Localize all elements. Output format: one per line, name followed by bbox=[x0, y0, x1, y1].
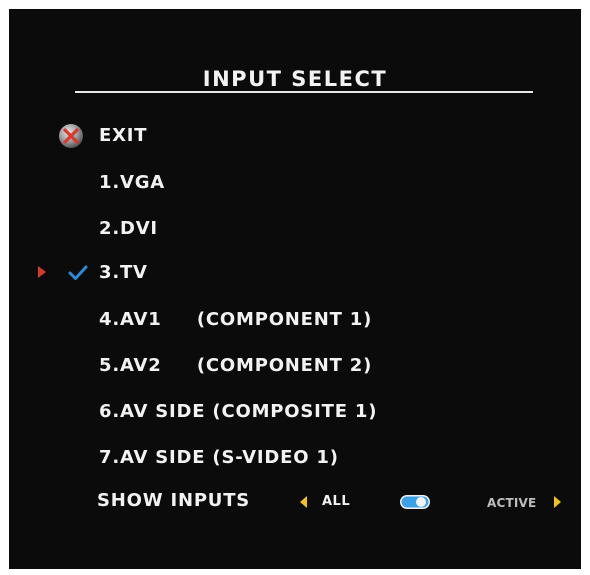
selection-cursor-icon bbox=[38, 266, 46, 278]
menu-title: INPUT SELECT bbox=[202, 67, 388, 91]
menu-item-av-side-svideo[interactable]: 7.AV SIDE (S-VIDEO 1) bbox=[99, 446, 339, 470]
left-arrow-icon[interactable] bbox=[299, 495, 308, 509]
menu-item-av1[interactable]: 4.AV1 (COMPONENT 1) bbox=[99, 308, 372, 332]
menu-item-tv[interactable]: 3.TV bbox=[99, 261, 148, 285]
menu-item-av2[interactable]: 5.AV2 (COMPONENT 2) bbox=[99, 354, 372, 378]
checkmark-icon bbox=[68, 265, 88, 280]
title-divider bbox=[75, 91, 533, 93]
menu-item-dvi[interactable]: 2.DVI bbox=[99, 217, 158, 241]
show-inputs-label: SHOW INPUTS bbox=[97, 490, 251, 511]
menu-item-vga[interactable]: 1.VGA bbox=[99, 171, 165, 195]
right-arrow-icon[interactable] bbox=[553, 495, 562, 509]
show-inputs-toggle[interactable] bbox=[399, 494, 431, 510]
menu-item-av-side-composite[interactable]: 6.AV SIDE (COMPOSITE 1) bbox=[99, 400, 377, 424]
exit-x-icon[interactable] bbox=[57, 122, 85, 150]
show-inputs-all-option[interactable]: ALL bbox=[322, 492, 350, 512]
show-inputs-active-option[interactable]: ACTIVE bbox=[487, 494, 536, 512]
menu-item-exit[interactable]: EXIT bbox=[99, 124, 147, 148]
osd-menu-panel: INPUT SELECT EXIT 1.VGA 2.DVI 3.TV 4.AV1… bbox=[9, 9, 581, 569]
